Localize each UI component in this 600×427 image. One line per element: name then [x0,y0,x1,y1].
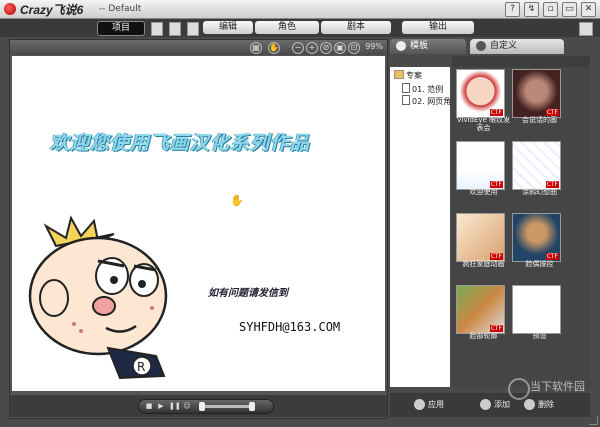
tab-template[interactable]: 模板 [390,39,466,54]
document-icon [402,83,410,93]
maximize-icon[interactable]: ▭ [562,2,577,17]
tab-edit[interactable]: 编辑 [203,21,253,34]
playback-bar: ■ ▶ ❚❚ ☺ [10,395,387,417]
fit-icon[interactable]: ▣ [334,42,346,54]
library-toolbar [452,56,590,67]
template-thumbnail [512,285,561,334]
pause-icon[interactable]: ❚❚ [169,402,181,410]
cube-icon[interactable] [579,22,593,36]
template-caption: 脸偶操控 [525,260,554,268]
delete-button[interactable]: 删除 [524,398,554,411]
tree-item-sample[interactable]: 01. 范例 [402,83,443,95]
template-card[interactable]: CTF 涂鸦幻想曲 [512,141,561,203]
project-name: -- Default [99,4,142,14]
contact-email: SYHFDH@163.COM [239,320,341,334]
template-thumbnail: CTF [512,69,561,118]
apply-icon [414,399,425,410]
template-card[interactable]: CTF 会说话的画 [512,69,561,131]
menu-bar: 项目 编辑 角色 剧本 输出 [0,19,600,37]
new-file-icon[interactable] [151,22,163,36]
zoom-level: 99% [365,42,383,51]
hand-icon[interactable]: ✋ [268,42,280,54]
tree-item-web-character[interactable]: 02. 网页角色 [402,95,459,107]
template-card[interactable]: CTF 疯狂家庭动画 [456,213,505,275]
crop-icon[interactable]: ⊡ [348,42,360,54]
template-thumbnail: CTF [456,285,505,334]
custom-icon [476,41,486,51]
tools-icon[interactable]: ↯ [524,2,539,17]
face-icon[interactable]: ☺ [183,402,191,410]
title-bar: Crazy飞说6 -- Default ? ↯ ▫ ▭ ✕ [0,0,600,19]
tab-template-label: 模板 [410,41,429,51]
template-card[interactable]: 预设 [512,285,561,347]
folder-icon [394,70,404,79]
template-card[interactable]: CTF 欢迎使用 [456,141,505,203]
tab-character[interactable]: 角色 [255,21,319,34]
document-icon [402,95,410,105]
timeline-slider[interactable] [199,402,255,411]
template-card[interactable]: CTF VividEye 眼纹发表会 [456,69,510,132]
stage-canvas[interactable]: 欢迎您使用飞画汉化系列作品 ✋ R 如有问题请发信到 SYHFDH@163.CO… [12,56,385,391]
template-thumbnail: CTF [456,213,505,262]
template-thumbnail: CTF [512,213,561,262]
app-logo-icon [4,3,16,15]
watermark-logo-icon [508,378,530,400]
tab-script[interactable]: 剧本 [321,21,391,34]
check-icon [396,41,406,51]
library-panel: 模板 自定义 专案 01. 范例 02. 网页角色 CTF VividEye 眼… [390,39,590,417]
play-icon[interactable]: ▶ [157,402,165,410]
apply-button[interactable]: 应用 [414,398,444,411]
zoom-in-icon[interactable]: + [306,42,318,54]
app-title: Crazy飞说6 [20,3,84,17]
open-folder-icon[interactable] [169,22,181,36]
welcome-headline: 欢迎您使用飞画汉化系列作品 [50,132,311,154]
help-icon[interactable]: ? [505,2,520,17]
library-footer: 应用 添加 删除 [390,393,590,417]
template-grid: CTF VividEye 眼纹发表会 CTF 会说话的画 CTF 欢迎使用 CT… [452,67,590,387]
grid-icon[interactable]: ▦ [250,42,262,54]
add-icon [480,399,491,410]
template-card[interactable]: CTF 脸偶操控 [512,213,561,275]
cartoon-character-illustration: R [28,215,168,380]
slider-end-knob[interactable] [249,402,255,411]
watermark-text: 当下软件园 [530,380,585,393]
project-tree: 专案 01. 范例 02. 网页角色 [390,67,459,387]
template-caption: 欢迎使用 [469,188,498,196]
tab-custom[interactable]: 自定义 [470,39,564,54]
add-button[interactable]: 添加 [480,398,510,411]
template-caption: 预设 [532,332,547,340]
template-caption: 会说话的画 [522,116,557,124]
zoom-out-icon[interactable]: − [292,42,304,54]
template-thumbnail: CTF [456,141,505,190]
slider-start-knob[interactable] [199,402,205,411]
tab-project[interactable]: 项目 [97,21,145,36]
template-thumbnail: CTF [456,69,505,118]
reset-zoom-icon[interactable]: ⊘ [320,42,332,54]
tab-output[interactable]: 输出 [402,21,474,34]
save-icon[interactable] [187,22,199,36]
minimize-icon[interactable]: ▫ [543,2,558,17]
stop-icon[interactable]: ■ [145,402,153,410]
tab-custom-label: 自定义 [490,41,518,51]
playback-controls: ■ ▶ ❚❚ ☺ [138,399,274,414]
template-caption: 疯狂家庭动画 [462,260,505,268]
stage-toolbar: ▦ ✋ − + ⊘ ▣ ⊡ 99% [10,40,387,55]
stage-area: ▦ ✋ − + ⊘ ▣ ⊡ 99% 欢迎您使用飞画汉化系列作品 ✋ R 如有问题… [9,39,388,419]
template-caption: VividEye 眼纹发表会 [456,116,511,132]
contact-prompt: 如有问题请发信到 [208,288,288,299]
hand-cursor-icon: ✋ [230,194,244,207]
delete-icon [524,399,535,410]
template-caption: 脸部轮廓 [469,332,498,340]
close-icon[interactable]: ✕ [581,2,596,17]
resize-grip-icon[interactable] [589,416,598,425]
tree-item-project[interactable]: 专案 [394,70,422,81]
template-thumbnail: CTF [512,141,561,190]
template-card[interactable]: CTF 脸部轮廓 [456,285,505,347]
svg-text:R: R [137,360,145,374]
template-caption: 涂鸦幻想曲 [522,188,557,196]
